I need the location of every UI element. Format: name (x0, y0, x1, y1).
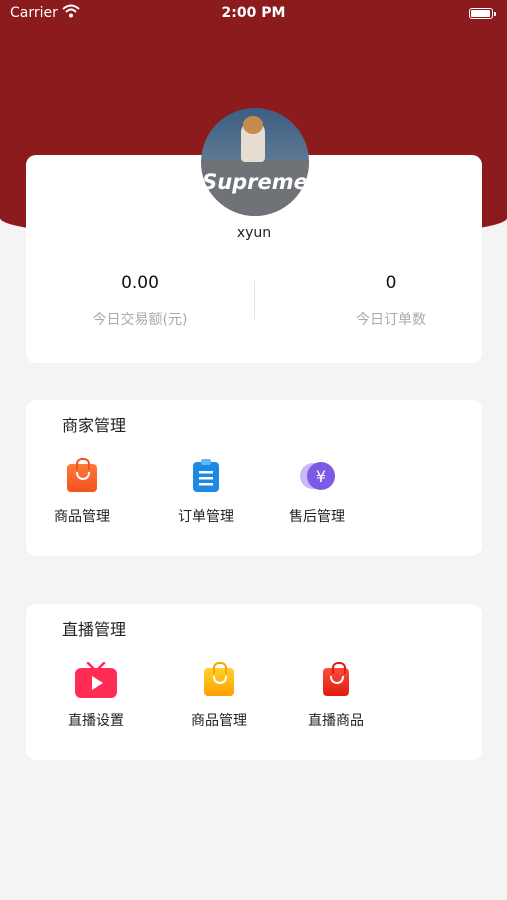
battery-icon (469, 8, 496, 19)
merchant-item-after-sales-label: 售后管理 (289, 509, 345, 525)
battery-level (471, 10, 490, 17)
today-orders-stat[interactable]: 0 今日订单数 (291, 273, 491, 329)
avatar-text: Supreme (202, 170, 308, 194)
live-item-settings-label: 直播设置 (68, 713, 124, 729)
svg-text:¥: ¥ (316, 467, 326, 486)
dog-head (243, 116, 263, 134)
merchant-item-after-sales[interactable]: ¥ 售后管理 (272, 458, 362, 526)
today-orders-value: 0 (385, 273, 397, 293)
merchant-item-products-label: 商品管理 (54, 509, 110, 525)
yuan-coin-icon: ¥ (299, 458, 335, 494)
merchant-section-title: 商家管理 (62, 416, 127, 435)
live-item-goods[interactable]: 直播商品 (291, 662, 381, 730)
merchant-management-card: 商家管理 商品管理 订单管理 ¥ 售后管理 (26, 400, 482, 556)
merchant-item-products[interactable]: 商品管理 (37, 458, 127, 526)
merchant-item-orders-label: 订单管理 (178, 509, 234, 525)
today-revenue-value: 0.00 (121, 273, 159, 293)
username: xyun (236, 225, 272, 241)
live-item-products[interactable]: 商品管理 (174, 662, 264, 730)
tv-play-icon (74, 661, 118, 698)
live-management-card: 直播管理 直播设置 商品管理 直播商品 (26, 604, 482, 760)
clock: 2:00 PM (221, 5, 286, 21)
yellow-shopping-bag-icon (201, 662, 237, 698)
live-item-products-label: 商品管理 (191, 713, 247, 729)
clipboard-icon (188, 458, 224, 494)
today-orders-label: 今日订单数 (356, 312, 426, 328)
today-revenue-stat[interactable]: 0.00 今日交易额(元) (40, 273, 240, 329)
today-revenue-label: 今日交易额(元) (92, 312, 188, 328)
orange-shopping-bag-icon (64, 458, 100, 494)
merchant-item-orders[interactable]: 订单管理 (161, 458, 251, 526)
live-item-settings[interactable]: 直播设置 (51, 661, 141, 730)
avatar[interactable]: Supreme (201, 108, 309, 216)
red-shopping-bag-icon (318, 662, 354, 698)
live-item-goods-label: 直播商品 (308, 713, 364, 729)
live-section-title: 直播管理 (62, 620, 127, 639)
stats-divider (254, 281, 255, 319)
status-bar: Carrier 2:00 PM (0, 0, 507, 28)
